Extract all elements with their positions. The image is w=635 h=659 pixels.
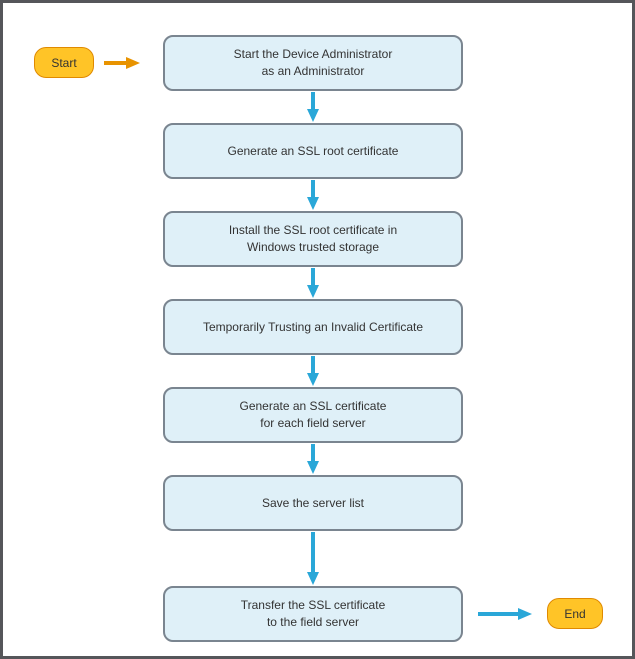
step-generate-server-cert: Generate an SSL certificate for each fie… xyxy=(163,387,463,443)
step-trust-invalid-cert: Temporarily Trusting an Invalid Certific… xyxy=(163,299,463,355)
step-label: Generate an SSL certificate for each fie… xyxy=(240,398,387,432)
step-save-server-list: Save the server list xyxy=(163,475,463,531)
arrow-down-icon xyxy=(307,356,319,386)
diagram-frame: Start Start the Device Administrator as … xyxy=(0,0,635,659)
step-label: Transfer the SSL certificate to the fiel… xyxy=(241,597,386,631)
step-label: Temporarily Trusting an Invalid Certific… xyxy=(203,319,423,336)
arrow-end-icon xyxy=(478,608,532,620)
step-generate-root-cert: Generate an SSL root certificate xyxy=(163,123,463,179)
arrow-down-icon xyxy=(307,532,319,585)
arrow-down-icon xyxy=(307,180,319,210)
arrow-down-icon xyxy=(307,268,319,298)
start-label: Start xyxy=(51,56,76,70)
arrow-down-icon xyxy=(307,92,319,122)
step-label: Save the server list xyxy=(262,495,364,512)
end-terminal: End xyxy=(547,598,603,629)
arrow-down-icon xyxy=(307,444,319,474)
step-install-root-cert: Install the SSL root certificate in Wind… xyxy=(163,211,463,267)
arrow-start-icon xyxy=(104,57,140,69)
step-transfer-cert: Transfer the SSL certificate to the fiel… xyxy=(163,586,463,642)
step-start-device-admin: Start the Device Administrator as an Adm… xyxy=(163,35,463,91)
step-label: Generate an SSL root certificate xyxy=(228,143,399,160)
step-label: Start the Device Administrator as an Adm… xyxy=(234,46,393,80)
step-label: Install the SSL root certificate in Wind… xyxy=(229,222,397,256)
end-label: End xyxy=(564,607,585,621)
start-terminal: Start xyxy=(34,47,94,78)
